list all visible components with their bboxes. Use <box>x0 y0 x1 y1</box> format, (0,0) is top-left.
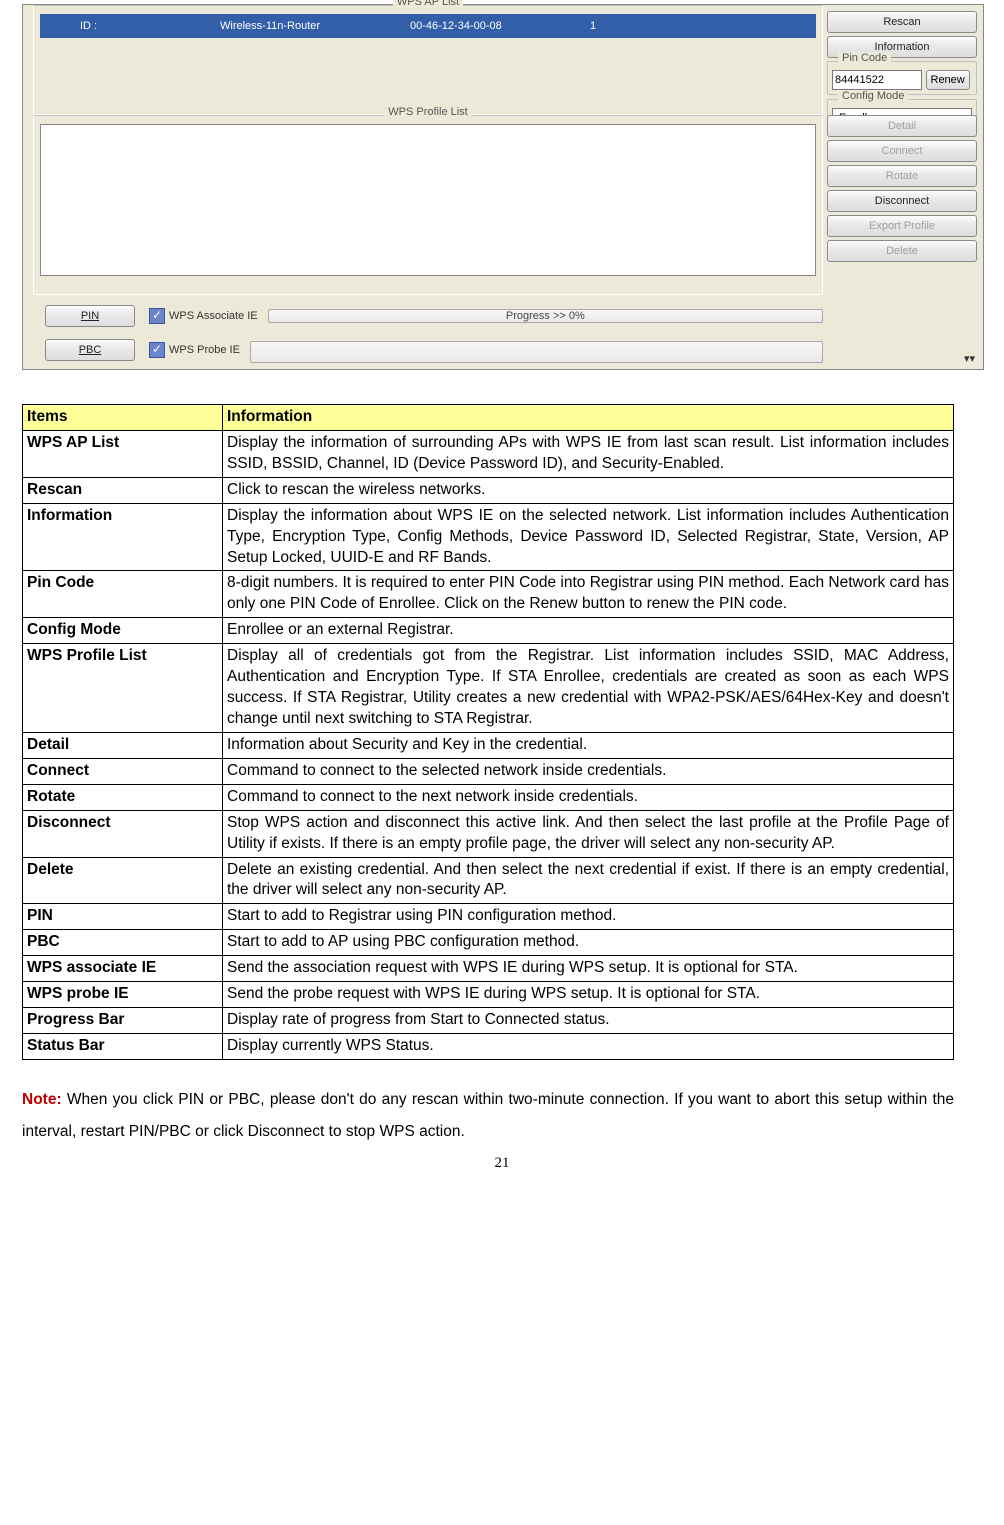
lower-area: WPS Profile List Detail Connect Rotate D… <box>23 115 983 301</box>
ap-row-id-label: ID : <box>80 20 220 32</box>
side-column-mid: Detail Connect Rotate Disconnect Export … <box>827 115 977 265</box>
table-desc: Display the information about WPS IE on … <box>223 503 954 571</box>
table-row: DeleteDelete an existing credential. And… <box>23 857 954 904</box>
pin-code-input[interactable] <box>832 70 922 90</box>
table-item: Pin Code <box>23 571 223 618</box>
table-row: Config ModeEnrollee or an external Regis… <box>23 618 954 644</box>
table-item: PBC <box>23 930 223 956</box>
page-number: 21 <box>0 1155 1004 1172</box>
table-desc: Stop WPS action and disconnect this acti… <box>223 810 954 857</box>
table-desc: Display the information of surrounding A… <box>223 430 954 477</box>
wps-ap-list-fieldset: WPS AP List ID : Wireless-11n-Router 00-… <box>33 5 823 115</box>
status-bar <box>250 341 823 363</box>
rotate-button[interactable]: Rotate <box>827 165 977 187</box>
pin-button[interactable]: PIN <box>45 305 135 327</box>
export-profile-button[interactable]: Export Profile <box>827 215 977 237</box>
config-mode-legend: Config Mode <box>838 90 908 102</box>
wps-ap-list-legend: WPS AP List <box>393 0 463 8</box>
table-row: RotateCommand to connect to the next net… <box>23 784 954 810</box>
table-row: WPS associate IESend the association req… <box>23 956 954 982</box>
ap-row-bssid: 00-46-12-34-00-08 <box>410 20 590 32</box>
pbc-button[interactable]: PBC <box>45 339 135 361</box>
table-desc: Start to add to AP using PBC configurati… <box>223 930 954 956</box>
table-desc: Delete an existing credential. And then … <box>223 857 954 904</box>
table-desc: Command to connect to the selected netwo… <box>223 758 954 784</box>
delete-button[interactable]: Delete <box>827 240 977 262</box>
table-desc: Display rate of progress from Start to C… <box>223 1008 954 1034</box>
table-item: Detail <box>23 732 223 758</box>
expand-arrow-icon[interactable]: ▾▾ <box>964 352 975 365</box>
ap-row-channel: 1 <box>590 20 806 32</box>
table-row: DisconnectStop WPS action and disconnect… <box>23 810 954 857</box>
wps-profile-list-fieldset: WPS Profile List <box>33 115 823 295</box>
table-desc: Start to add to Registrar using PIN conf… <box>223 904 954 930</box>
table-desc: Send the probe request with WPS IE durin… <box>223 982 954 1008</box>
table-item: Config Mode <box>23 618 223 644</box>
wps-probe-ie-check[interactable]: WPS Probe IE <box>149 342 240 358</box>
table-desc: Display currently WPS Status. <box>223 1033 954 1059</box>
rescan-button[interactable]: Rescan <box>827 11 977 33</box>
table-row: WPS probe IESend the probe request with … <box>23 982 954 1008</box>
table-item: Information <box>23 503 223 571</box>
connect-button[interactable]: Connect <box>827 140 977 162</box>
table-row: DetailInformation about Security and Key… <box>23 732 954 758</box>
table-item: WPS probe IE <box>23 982 223 1008</box>
table-head-info: Information <box>223 405 954 431</box>
table-item: Disconnect <box>23 810 223 857</box>
table-desc: Command to connect to the next network i… <box>223 784 954 810</box>
table-row: Progress BarDisplay rate of progress fro… <box>23 1008 954 1034</box>
ap-row-ssid: Wireless-11n-Router <box>220 20 410 32</box>
table-desc: Enrollee or an external Registrar. <box>223 618 954 644</box>
table-desc: 8-digit numbers. It is required to enter… <box>223 571 954 618</box>
wps-profile-list-legend: WPS Profile List <box>384 106 471 118</box>
detail-button[interactable]: Detail <box>827 115 977 137</box>
wps-profile-listbox[interactable] <box>40 124 816 276</box>
table-desc: Display all of credentials got from the … <box>223 644 954 733</box>
table-desc: Click to rescan the wireless networks. <box>223 477 954 503</box>
wps-probe-ie-label: WPS Probe IE <box>169 344 240 356</box>
table-item: WPS Profile List <box>23 644 223 733</box>
note-text: When you click PIN or PBC, please don't … <box>22 1091 954 1141</box>
checkbox-icon <box>149 342 165 358</box>
table-head-items: Items <box>23 405 223 431</box>
wps-utility-panel: WPS AP List ID : Wireless-11n-Router 00-… <box>22 4 984 370</box>
table-item: WPS associate IE <box>23 956 223 982</box>
info-table-container: Items Information WPS AP ListDisplay the… <box>22 404 954 1060</box>
table-item: Rotate <box>23 784 223 810</box>
table-row: WPS AP ListDisplay the information of su… <box>23 430 954 477</box>
table-item: Status Bar <box>23 1033 223 1059</box>
bottom-row-1: PIN WPS Associate IE Progress >> 0% <box>23 301 983 333</box>
note-label: Note: <box>22 1091 62 1108</box>
disconnect-button[interactable]: Disconnect <box>827 190 977 212</box>
progress-bar: Progress >> 0% <box>268 309 823 323</box>
table-row: PINStart to add to Registrar using PIN c… <box>23 904 954 930</box>
wps-associate-ie-check[interactable]: WPS Associate IE <box>149 308 258 324</box>
wps-associate-ie-label: WPS Associate IE <box>169 310 258 322</box>
table-item: Rescan <box>23 477 223 503</box>
table-row: PBCStart to add to AP using PBC configur… <box>23 930 954 956</box>
table-row: ConnectCommand to connect to the selecte… <box>23 758 954 784</box>
table-item: Delete <box>23 857 223 904</box>
table-row: Pin Code8-digit numbers. It is required … <box>23 571 954 618</box>
table-item: Progress Bar <box>23 1008 223 1034</box>
ap-row-col1 <box>50 20 80 32</box>
note-paragraph: Note: When you click PIN or PBC, please … <box>22 1084 954 1149</box>
table-item: PIN <box>23 904 223 930</box>
info-table: Items Information WPS AP ListDisplay the… <box>22 404 954 1060</box>
table-desc: Information about Security and Key in th… <box>223 732 954 758</box>
ap-list-selected-row[interactable]: ID : Wireless-11n-Router 00-46-12-34-00-… <box>40 14 816 38</box>
checkbox-icon <box>149 308 165 324</box>
table-row: InformationDisplay the information about… <box>23 503 954 571</box>
table-row: RescanClick to rescan the wireless netwo… <box>23 477 954 503</box>
pin-code-legend: Pin Code <box>838 52 891 64</box>
progress-text: Progress >> 0% <box>506 310 585 322</box>
table-desc: Send the association request with WPS IE… <box>223 956 954 982</box>
table-item: Connect <box>23 758 223 784</box>
table-row: WPS Profile ListDisplay all of credentia… <box>23 644 954 733</box>
bottom-row-2: PBC WPS Probe IE <box>23 333 983 369</box>
table-row: Status BarDisplay currently WPS Status. <box>23 1033 954 1059</box>
table-item: WPS AP List <box>23 430 223 477</box>
renew-button[interactable]: Renew <box>926 70 970 90</box>
